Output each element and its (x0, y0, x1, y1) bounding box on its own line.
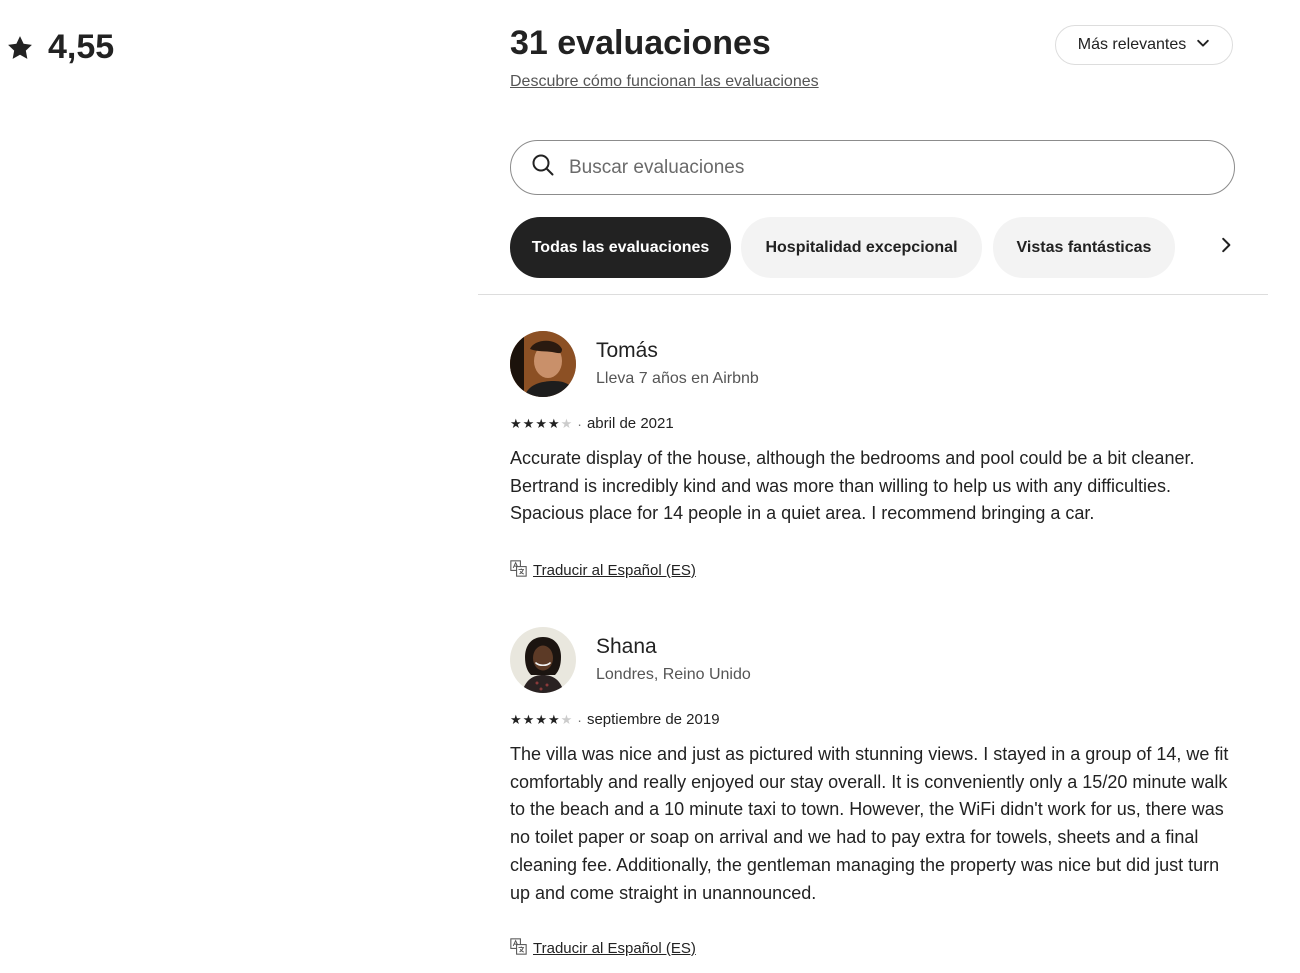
translate-row: Traducir al Español (ES) (510, 560, 696, 581)
section-divider (478, 294, 1268, 295)
avatar[interactable] (510, 331, 576, 397)
review-meta: ★ ★ ★ ★ ★ · abril de 2021 (510, 415, 674, 432)
reviewer-subtitle: Lleva 7 años en Airbnb (596, 370, 759, 387)
star-icon: ★ (522, 416, 535, 431)
review-item: Shana Londres, Reino Unido ★ ★ ★ ★ ★ · s… (510, 627, 1235, 967)
reviewer-name: Shana (596, 635, 657, 658)
chip-fantastic-views[interactable]: Vistas fantásticas (993, 217, 1175, 278)
translate-icon (510, 938, 527, 959)
chevron-down-icon (1196, 36, 1210, 55)
chips-next-button[interactable] (1182, 217, 1235, 278)
search-input[interactable] (567, 155, 1171, 180)
review-date: abril de 2021 (586, 415, 674, 432)
filter-chips: Todas las evaluaciones Hospitalidad exce… (510, 217, 1235, 278)
star-icon: ★ (535, 416, 547, 431)
chip-label: Hospitalidad excepcional (765, 238, 958, 256)
rating-summary: 4,55 (6, 28, 114, 67)
translate-row: Traducir al Español (ES) (510, 938, 696, 959)
review-paragraph: Spacious place for 14 people in a quiet … (510, 503, 1095, 524)
star-empty-icon: ★ (560, 416, 573, 431)
review-paragraph: The villa was nice and just as pictured … (510, 744, 1229, 903)
avatar[interactable] (510, 627, 576, 693)
star-rating: ★ ★ ★ ★ ★ (510, 713, 572, 726)
review-paragraph: Accurate display of the house, although … (510, 448, 1195, 496)
search-field[interactable] (510, 140, 1235, 195)
translate-link[interactable]: Traducir al Español (ES) (533, 940, 696, 957)
chip-label: Todas las evaluaciones (531, 238, 710, 256)
star-icon (6, 34, 34, 62)
average-rating: 4,55 (48, 28, 115, 66)
chevron-right-icon (1217, 236, 1235, 259)
separator-dot: · (577, 415, 582, 432)
star-icon: ★ (547, 712, 560, 727)
star-icon: ★ (510, 416, 522, 431)
reviewer-name: Tomás (596, 339, 658, 362)
star-empty-icon: ★ (560, 712, 573, 727)
chip-label: Vistas fantásticas (1016, 238, 1152, 256)
reviews-count-title: 31 evaluaciones (510, 24, 771, 62)
review-text: Accurate display of the house, although … (510, 445, 1235, 528)
chip-all-reviews[interactable]: Todas las evaluaciones (510, 217, 731, 278)
separator-dot: · (577, 711, 582, 728)
how-reviews-work-link[interactable]: Descubre cómo funcionan las evaluaciones (510, 73, 819, 91)
review-item: Tomás Lleva 7 años en Airbnb ★ ★ ★ ★ ★ ·… (510, 331, 1235, 591)
review-text: The villa was nice and just as pictured … (510, 741, 1235, 907)
sort-dropdown[interactable]: Más relevantes (1055, 25, 1233, 65)
star-icon: ★ (510, 712, 522, 727)
review-date: septiembre de 2019 (586, 711, 720, 728)
review-meta: ★ ★ ★ ★ ★ · septiembre de 2019 (510, 711, 720, 728)
star-icon: ★ (535, 712, 547, 727)
chip-exceptional-hospitality[interactable]: Hospitalidad excepcional (741, 217, 982, 278)
translate-icon (510, 560, 527, 581)
star-icon: ★ (522, 712, 535, 727)
reviewer-subtitle: Londres, Reino Unido (596, 666, 751, 683)
search-icon (531, 153, 555, 182)
reviews-page: 4,55 31 evaluaciones Descubre cómo funci… (0, 0, 1300, 973)
translate-link[interactable]: Traducir al Español (ES) (533, 562, 696, 579)
sort-label: Más relevantes (1077, 36, 1187, 53)
star-rating: ★ ★ ★ ★ ★ (510, 417, 572, 430)
star-icon: ★ (547, 416, 560, 431)
